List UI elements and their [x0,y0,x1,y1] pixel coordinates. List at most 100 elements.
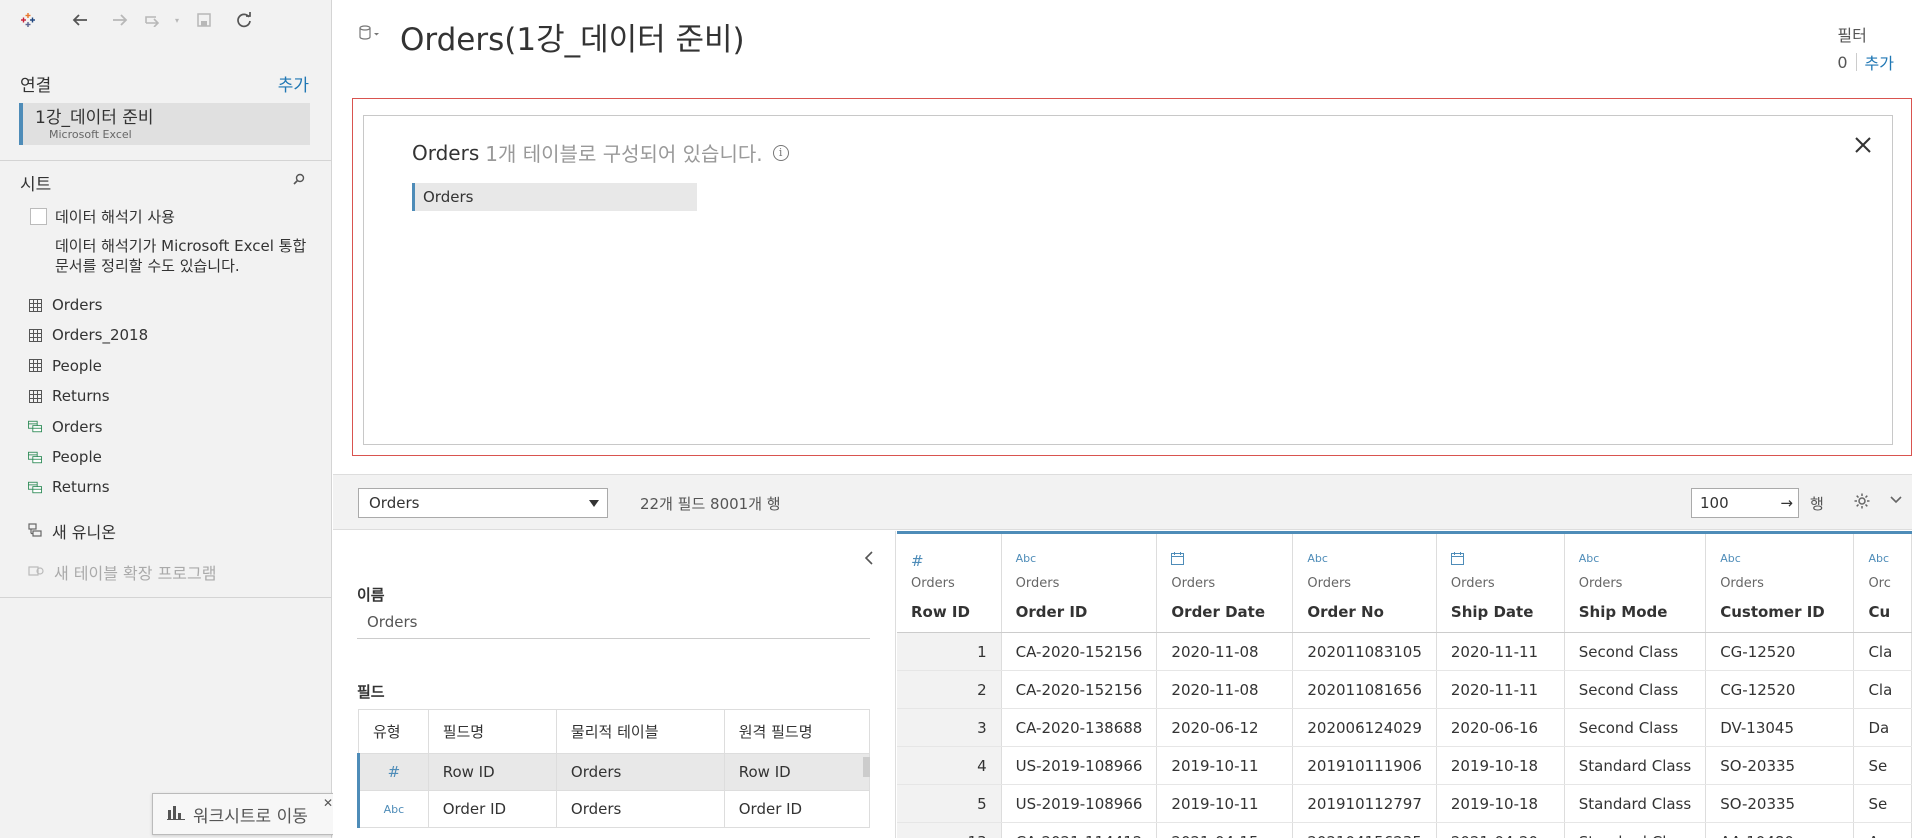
grid-cell: Standard Class [1564,784,1707,823]
fields-column-header[interactable]: 유형 [358,709,429,754]
rows-count-value: 100 [1700,494,1729,512]
number-type-icon[interactable]: # [911,552,987,570]
logical-table-name: Orders [412,140,480,165]
fields-column-header[interactable]: 원격 필드명 [723,709,871,754]
sheet-item-label: Returns [52,387,110,406]
named-range-icon [28,450,42,464]
grid-cell: 4 [897,746,1002,785]
grid-cell: 2020-06-16 [1436,708,1565,747]
close-icon[interactable] [1852,134,1874,156]
rows-count-input[interactable]: 100 → [1691,488,1799,518]
divider [0,160,332,161]
add-filter-link[interactable]: 추가 [1865,50,1894,74]
sheet-item[interactable]: Orders [28,416,102,438]
grid-cell: CG-12520 [1705,670,1855,709]
grid-cell: 2019-10-11 [1156,784,1294,823]
grid-cell: 2020-11-11 [1436,670,1565,709]
sheet-item[interactable]: Returns [28,385,110,407]
grid-column-header[interactable]: Abc Orc Cu [1853,531,1912,633]
rows-label: 행 [1810,495,1824,513]
grid-column-header[interactable]: Abc Orders Order ID [1001,531,1158,633]
grid-cell: CA-2020-138688 [1001,708,1158,747]
data-interpreter-description: 데이터 해석기가 Microsoft Excel 통합 문서를 정리할 수도 있… [55,237,307,275]
datasource-title[interactable]: Orders(1강_데이터 준비) [400,14,745,59]
grid-cell: Da [1853,708,1912,747]
table-name-field[interactable]: Orders [357,613,870,639]
go-to-worksheet-button[interactable]: 워크시트로 이동 ✕ [152,793,340,835]
search-sheets-icon[interactable] [292,172,306,190]
data-interpreter-checkbox[interactable] [30,208,47,225]
arrow-right-icon[interactable]: → [1780,489,1793,517]
table-selector[interactable]: Orders [358,488,608,518]
sheet-item[interactable]: People [28,355,102,377]
add-connection-link[interactable]: 추가 [278,71,309,96]
column-name: Order ID [1015,603,1088,621]
gear-icon[interactable] [1853,492,1871,514]
column-source: Orders [911,576,955,591]
redo-icon[interactable] [100,8,140,32]
table-row: 4 US-2019-108966 2019-10-11 201910111906 201… [897,746,1912,785]
grid-column-header[interactable]: # Orders Row ID [897,531,1002,633]
chevron-down-icon[interactable] [1889,493,1903,511]
grid-column-header[interactable]: Abc Orders Customer ID [1705,531,1855,633]
string-type-icon[interactable]: Abc [1720,552,1839,568]
sheet-item[interactable]: Orders_2018 [28,324,148,346]
physical-table-orders[interactable]: Orders [412,183,697,211]
grid-cell: 2020-06-12 [1156,708,1294,747]
logical-table-header: Orders 1개 테이블로 구성되어 있습니다. i [412,138,789,167]
scrollbar-thumb[interactable] [863,757,870,777]
replay-icon[interactable] [140,8,170,32]
tableau-logo-icon[interactable] [18,8,38,32]
grid-cell: 3 [897,708,1002,747]
fields-table: 유형 필드명 물리적 테이블 원격 필드명 # Row ID Orders Row ID Ab… [357,709,871,828]
grid-cell: Second Class [1564,632,1707,671]
calendar-icon[interactable] [1171,552,1278,568]
grid-cell: 5 [897,784,1002,823]
grid-column-header[interactable]: Abc Orders Ship Mode [1564,531,1707,633]
undo-icon[interactable] [60,8,100,32]
column-name: Customer ID [1720,603,1825,621]
refresh-icon[interactable] [224,8,264,32]
field-row[interactable]: Abc Order ID Orders Order ID [357,790,871,828]
string-type-icon[interactable]: Abc [1579,552,1691,568]
grid-cell: Standard Class [1564,746,1707,785]
column-source: Orders [1307,576,1352,591]
grid-cell: AA-10480 [1705,822,1855,838]
datasource-icon[interactable] [358,24,380,46]
field-row[interactable]: # Row ID Orders Row ID [357,753,871,791]
fields-column-header[interactable]: 물리적 테이블 [555,709,725,754]
grid-column-header[interactable]: Orders Order Date [1156,531,1294,633]
grid-cell: SO-20335 [1705,784,1855,823]
grid-cell: Cla [1853,670,1912,709]
column-name: Ship Date [1450,603,1534,621]
new-table-extension-item[interactable]: 새 테이블 확장 프로그램 [28,560,216,584]
new-union-item[interactable]: 새 유니온 [28,519,116,543]
string-type-icon[interactable]: Abc [1868,552,1897,568]
sheet-item[interactable]: Orders [28,294,102,316]
replay-dropdown-icon[interactable]: ▾ [170,8,184,32]
grid-cell: CA-2021-114412 [1001,822,1158,838]
string-type-icon[interactable]: Abc [1307,552,1422,568]
sheet-icon [28,389,42,403]
table-row: 13CA-2021-1144122021-04-1520210415623520… [897,822,1912,838]
connection-item[interactable]: 1강_데이터 준비 Microsoft Excel [19,103,310,145]
number-type-icon[interactable]: # [357,753,429,791]
name-label: 이름 [357,586,385,604]
sheet-item[interactable]: People [28,446,102,468]
string-type-icon[interactable]: Abc [1016,552,1143,568]
grid-column-header[interactable]: Abc Orders Order No [1292,531,1437,633]
save-icon[interactable] [184,8,224,32]
column-source: Orders [1450,576,1495,591]
grid-cell: Se [1853,784,1912,823]
physical-layer-panel: Orders 1개 테이블로 구성되어 있습니다. i Orders [363,115,1893,445]
grid-column-header[interactable]: Orders Ship Date [1436,531,1565,633]
sheet-item[interactable]: Returns [28,476,110,498]
grid-cell: 2019-10-18 [1436,746,1565,785]
calendar-icon[interactable] [1450,552,1550,568]
fields-column-header[interactable]: 필드명 [427,709,557,754]
close-icon[interactable]: ✕ [323,796,333,810]
table-row: 5 US-2019-108966 2019-10-11 201910112797 201… [897,784,1912,823]
chevron-left-icon[interactable] [864,549,874,570]
info-icon[interactable]: i [772,144,789,161]
string-type-icon[interactable]: Abc [357,790,429,828]
